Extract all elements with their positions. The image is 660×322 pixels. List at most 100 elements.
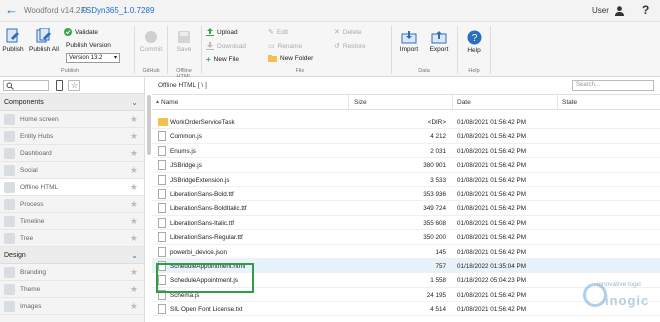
- import-label: Import: [399, 46, 419, 53]
- column-size[interactable]: Size: [354, 99, 367, 106]
- file-date: 01/08/2021 01:56:42 PM: [457, 291, 526, 299]
- sidebar-item-branding[interactable]: Branding ★: [0, 264, 144, 281]
- table-row[interactable]: powerbi_device.json 145 01/08/2021 01:56:4…: [152, 245, 660, 259]
- file-size: 3 533: [430, 176, 446, 184]
- table-header: ▲ Name Size Date State: [152, 95, 660, 110]
- column-name[interactable]: Name: [161, 99, 178, 106]
- table-row[interactable]: WorkOrderServiceTask <DIR> 01/08/2021 01:5…: [152, 115, 660, 130]
- process-icon: [4, 199, 15, 210]
- table-row[interactable]: LiberationSans-BoldItalic.ttf 349 724 01/0…: [152, 201, 660, 216]
- commit-icon: [145, 31, 157, 43]
- file-size: 1 558: [430, 277, 446, 285]
- star-icon[interactable]: ★: [130, 284, 138, 295]
- upload-icon: [206, 28, 214, 36]
- user-label[interactable]: User: [592, 6, 609, 15]
- validate-label: Validate: [75, 28, 99, 36]
- rename-button[interactable]: ▭ Rename: [268, 42, 302, 51]
- sidebar-item-offline-html[interactable]: Offline HTML ★: [0, 179, 144, 196]
- section-design[interactable]: Design ⌄: [0, 247, 144, 264]
- edit-button[interactable]: ✎ Edit: [268, 28, 288, 37]
- phone-icon[interactable]: [56, 80, 63, 91]
- publish-version-select[interactable]: Version 13.2 ▾: [66, 53, 120, 63]
- star-icon[interactable]: ★: [130, 114, 138, 125]
- table-row[interactable]: LiberationSans-Regular.ttf 350 200 01/08/2…: [152, 230, 660, 245]
- save-button[interactable]: Save: [172, 30, 196, 53]
- star-icon[interactable]: ★: [130, 148, 138, 159]
- current-path: Offline HTML [ \ ]: [158, 82, 207, 89]
- table-row[interactable]: Common.js 4 212 01/08/2021 01:56:42 PM: [152, 129, 660, 144]
- file-size: 24 195: [426, 291, 446, 299]
- save-label: Save: [176, 46, 192, 53]
- sidebar-item-social[interactable]: Social ★: [0, 162, 144, 179]
- file-icon: [158, 160, 166, 171]
- sidebar-item-dashboard[interactable]: Dashboard ★: [0, 145, 144, 162]
- search-icon: [6, 82, 14, 90]
- table-row[interactable]: JSBridgeExtension.js 3 533 01/08/2021 01:5…: [152, 173, 660, 187]
- file-icon: [158, 174, 166, 185]
- sidebar: ☆ Components ⌄ Home screen ★ Entity Hubs ★ D…: [0, 77, 145, 322]
- folder-icon: [158, 118, 168, 126]
- star-icon[interactable]: ★: [130, 131, 138, 142]
- file-icon: [158, 217, 166, 228]
- table-row[interactable]: LiberationSans-Italic.ttf 355 608 01/08/20…: [152, 216, 660, 231]
- watermark-brand: inogic: [605, 293, 650, 308]
- new-folder-button[interactable]: New Folder: [268, 55, 313, 62]
- section-design-label: Design: [4, 252, 26, 259]
- star-icon[interactable]: ★: [130, 216, 138, 227]
- table-row[interactable]: LiberationSans-Bold.ttf 353 936 01/08/2021…: [152, 187, 660, 202]
- column-date[interactable]: Date: [457, 99, 471, 106]
- restore-button[interactable]: ↺ Restore: [334, 42, 366, 51]
- file-name: SIL Open Font License.txt: [170, 306, 243, 314]
- file-size: 355 608: [423, 219, 446, 227]
- file-search-input[interactable]: Search...: [572, 80, 654, 91]
- publish-version-label: Publish Version: [66, 42, 111, 49]
- project-link[interactable]: FSDyn365_1.0.7289: [81, 6, 154, 15]
- file-icon: [158, 145, 166, 156]
- favorites-filter-button[interactable]: ☆: [68, 80, 80, 91]
- publish-all-button[interactable]: Publish All: [28, 28, 60, 53]
- star-icon[interactable]: ★: [130, 182, 138, 193]
- sidebar-item-label: Social: [20, 167, 38, 174]
- sidebar-scrollbar[interactable]: [147, 95, 151, 155]
- back-arrow-icon[interactable]: ←: [5, 3, 18, 17]
- tree-icon: [4, 233, 15, 244]
- commit-button[interactable]: Commit: [138, 30, 164, 53]
- upload-button[interactable]: Upload: [206, 28, 238, 36]
- star-icon[interactable]: ★: [130, 199, 138, 210]
- star-icon[interactable]: ★: [130, 165, 138, 176]
- export-button[interactable]: Export: [426, 30, 452, 53]
- user-icon[interactable]: [614, 5, 625, 16]
- sidebar-item-label: Process: [20, 201, 44, 208]
- import-button[interactable]: Import: [396, 30, 422, 53]
- column-state[interactable]: State: [562, 99, 577, 106]
- sidebar-item-images[interactable]: Images ★: [0, 298, 144, 315]
- sidebar-item-home-screen[interactable]: Home screen ★: [0, 111, 144, 128]
- validate-button[interactable]: Validate: [64, 28, 98, 36]
- column-divider: [452, 95, 453, 110]
- sidebar-toolbar: ☆: [0, 77, 144, 94]
- watermark-logo: innovative logic inogic: [583, 279, 657, 315]
- sidebar-search-input[interactable]: [3, 80, 49, 91]
- new-file-button[interactable]: + New File: [206, 55, 239, 64]
- download-button[interactable]: Download: [206, 42, 246, 50]
- sidebar-item-process[interactable]: Process ★: [0, 196, 144, 213]
- star-icon[interactable]: ★: [130, 233, 138, 244]
- sidebar-item-theme[interactable]: Theme ★: [0, 281, 144, 298]
- publish-button[interactable]: Publish: [2, 28, 24, 53]
- sidebar-item-timeline[interactable]: Timeline ★: [0, 213, 144, 230]
- file-name: LiberationSans-Italic.ttf: [170, 219, 235, 227]
- help-button[interactable]: ? Help: [462, 30, 486, 54]
- file-date: 01/08/2021 01:56:42 PM: [457, 147, 526, 155]
- star-icon[interactable]: ★: [130, 301, 138, 312]
- table-row[interactable]: Enums.js 2 031 01/08/2021 01:56:42 PM: [152, 144, 660, 159]
- sidebar-item-label: Entity Hubs: [20, 133, 54, 140]
- sidebar-item-tree[interactable]: Tree ★: [0, 230, 144, 247]
- table-row[interactable]: JSBridge.js 380 901 01/08/2021 01:56:42 PM: [152, 158, 660, 173]
- delete-button[interactable]: ✕ Delete: [334, 28, 362, 37]
- file-icon: [158, 131, 166, 142]
- star-icon[interactable]: ★: [130, 267, 138, 278]
- help-icon[interactable]: ?: [642, 3, 649, 17]
- section-components[interactable]: Components ⌄: [0, 94, 144, 111]
- ribbon-divider: [167, 26, 168, 74]
- sidebar-item-entity-hubs[interactable]: Entity Hubs ★: [0, 128, 144, 145]
